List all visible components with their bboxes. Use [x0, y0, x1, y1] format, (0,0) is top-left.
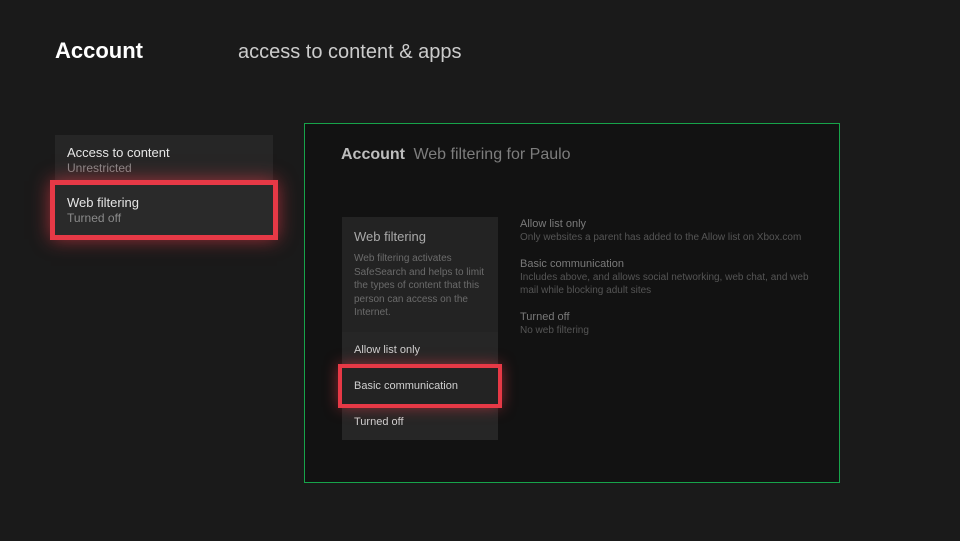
- sidebar: Access to content Unrestricted Web filte…: [55, 135, 273, 235]
- page-title: Account: [55, 38, 143, 64]
- sidebar-item-access-to-content[interactable]: Access to content Unrestricted: [55, 135, 273, 185]
- sidebar-item-label: Access to content: [67, 145, 261, 160]
- option-label: Turned off: [354, 416, 404, 428]
- desc-title: Basic communication: [520, 258, 820, 270]
- desc-basic-communication: Basic communication Includes above, and …: [520, 258, 820, 297]
- intro-desc: Web filtering activates SafeSearch and h…: [354, 252, 486, 320]
- desc-body: Only websites a parent has added to the …: [520, 231, 820, 244]
- desc-body: Includes above, and allows social networ…: [520, 271, 820, 297]
- desc-allow-list-only: Allow list only Only websites a parent h…: [520, 218, 820, 244]
- option-label: Basic communication: [354, 380, 458, 392]
- detail-panel: Account Web filtering for Paulo Web filt…: [304, 123, 840, 483]
- sidebar-item-value: Unrestricted: [67, 161, 261, 175]
- option-descriptions: Allow list only Only websites a parent h…: [520, 218, 820, 351]
- sidebar-item-web-filtering[interactable]: Web filtering Turned off: [55, 185, 273, 235]
- intro-title: Web filtering: [354, 229, 486, 244]
- desc-body: No web filtering: [520, 324, 820, 337]
- detail-header-sub: Web filtering for Paulo: [413, 146, 570, 163]
- desc-title: Turned off: [520, 311, 820, 323]
- option-basic-communication[interactable]: Basic communication: [342, 368, 498, 404]
- option-label: Allow list only: [354, 344, 420, 356]
- desc-title: Allow list only: [520, 218, 820, 230]
- options-list: Allow list only Basic communication Turn…: [342, 332, 498, 440]
- detail-header-title: Account: [341, 146, 405, 163]
- detail-header: Account Web filtering for Paulo: [305, 124, 839, 164]
- desc-turned-off: Turned off No web filtering: [520, 311, 820, 337]
- sidebar-item-value: Turned off: [67, 211, 261, 225]
- sidebar-item-label: Web filtering: [67, 195, 261, 210]
- page-header: Account access to content & apps: [0, 0, 960, 64]
- option-turned-off[interactable]: Turned off: [342, 404, 498, 440]
- option-allow-list-only[interactable]: Allow list only: [342, 332, 498, 368]
- web-filtering-intro: Web filtering Web filtering activates Sa…: [342, 217, 498, 334]
- page-subtitle: access to content & apps: [238, 41, 461, 64]
